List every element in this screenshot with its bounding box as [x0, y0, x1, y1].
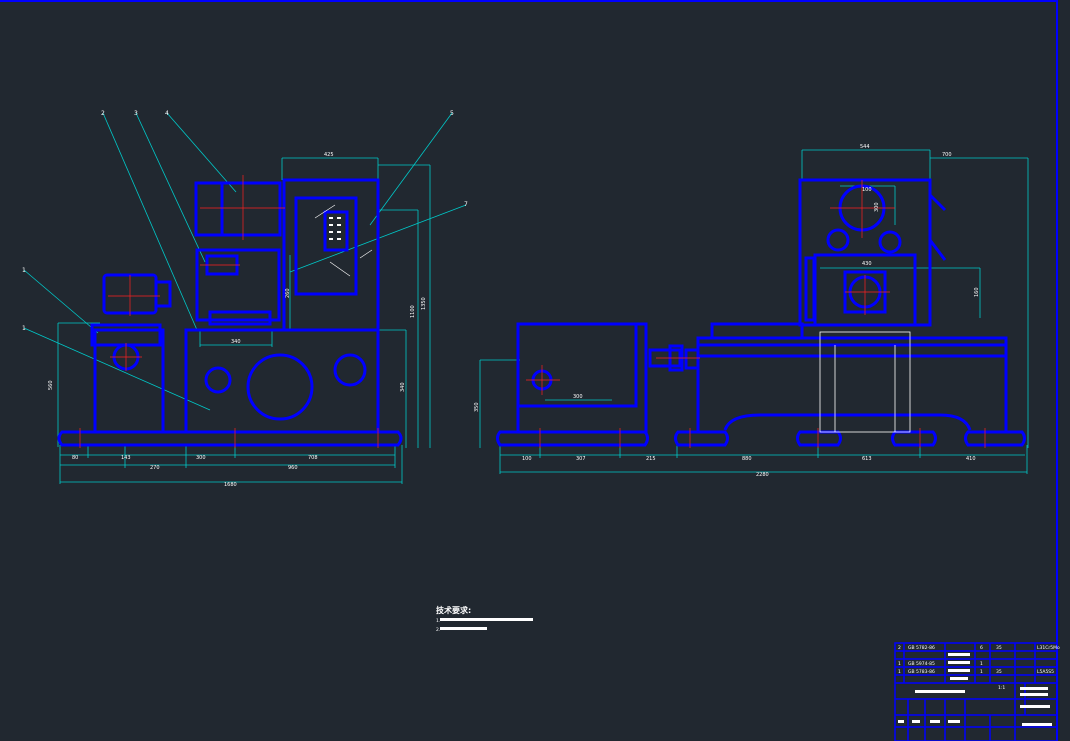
dim-text: 300	[196, 455, 206, 461]
dim-text: 300	[573, 394, 583, 400]
technical-requirements: 技术要求: 1. 2.	[436, 605, 533, 633]
side-outlines	[496, 178, 1026, 447]
balloon-label: 2	[101, 110, 105, 117]
tb-cell: GB 5783-86	[908, 669, 935, 675]
balloon-label: 5	[450, 110, 454, 117]
dim-text: 960	[288, 465, 298, 471]
side-view: 544 700 100 300 430 160 350 300 100 307 …	[474, 144, 1029, 478]
front-label-blocks	[329, 217, 341, 240]
balloon-label: 4	[165, 110, 169, 117]
front-balloon-leaders	[23, 112, 467, 411]
notes-line: 2.	[436, 627, 440, 633]
drawing-frame	[0, 0, 1058, 741]
dim-text: 100	[862, 187, 872, 193]
title-block: 2 GB 5782-86 6 35 L31Cr5Mo 1 GB 5974-85 …	[894, 642, 1060, 741]
dim-text: 410	[966, 456, 976, 462]
dim-text: 700	[942, 152, 952, 158]
dim-text: 544	[860, 144, 870, 150]
dim-text: 1100	[410, 305, 416, 318]
dim-text: 260	[285, 288, 291, 298]
tb-cell: 1	[980, 661, 983, 667]
balloon-label: 7	[464, 201, 468, 208]
dim-text: 143	[121, 455, 131, 461]
tb-cell: 6	[980, 645, 983, 651]
notes-title: 技术要求:	[436, 605, 471, 615]
dim-text: 307	[576, 456, 586, 462]
notes-text-bar	[440, 627, 487, 630]
tb-cell: 1	[898, 669, 901, 675]
dim-text: 430	[862, 261, 872, 267]
dim-text: 613	[862, 456, 872, 462]
side-dimension-lines	[479, 149, 1029, 474]
front-view: 1 1 2 3 4 5 7 425 1350 1100 340 260 560 …	[22, 110, 468, 488]
dim-text: 215	[646, 456, 656, 462]
notes-line: 1.	[436, 618, 440, 624]
dim-text: 300	[874, 202, 880, 212]
balloon-label: 3	[134, 110, 138, 117]
balloon-label: 1	[22, 267, 26, 274]
dim-text: 2280	[756, 472, 769, 478]
dim-text: 350	[474, 402, 480, 412]
tb-cell: 1	[980, 669, 983, 675]
dim-text: 100	[522, 456, 532, 462]
front-outlines	[57, 178, 403, 447]
tb-cell: 2	[898, 645, 901, 651]
dim-text: 1350	[421, 297, 427, 310]
tb-cell: 35	[996, 645, 1002, 651]
notes-text-bar	[440, 618, 533, 621]
dim-text: 80	[72, 455, 78, 461]
dim-text: 425	[324, 152, 334, 158]
side-hidden-lines	[819, 331, 911, 433]
dim-text: 270	[150, 465, 160, 471]
tb-cell: GB 5974-85	[908, 661, 935, 667]
tb-cell: L5A5S5	[1037, 669, 1054, 675]
dim-text: 340	[400, 382, 406, 392]
tb-cell: L31Cr5Mo	[1037, 645, 1060, 651]
cad-drawing-canvas: 1 1 2 3 4 5 7 425 1350 1100 340 260 560 …	[0, 0, 1060, 741]
dim-text: 880	[742, 456, 752, 462]
tb-cell: 35	[996, 669, 1002, 675]
dim-text: 560	[48, 380, 54, 390]
tb-cell: GB 5782-86	[908, 645, 935, 651]
dim-text: 340	[231, 339, 241, 345]
tb-cell: 1	[898, 661, 901, 667]
dim-text: 1680	[224, 482, 237, 488]
dim-text: 708	[308, 455, 318, 461]
dim-text: 160	[974, 287, 980, 297]
balloon-label: 1	[22, 325, 26, 332]
tb-scale: 1:1	[998, 685, 1005, 691]
